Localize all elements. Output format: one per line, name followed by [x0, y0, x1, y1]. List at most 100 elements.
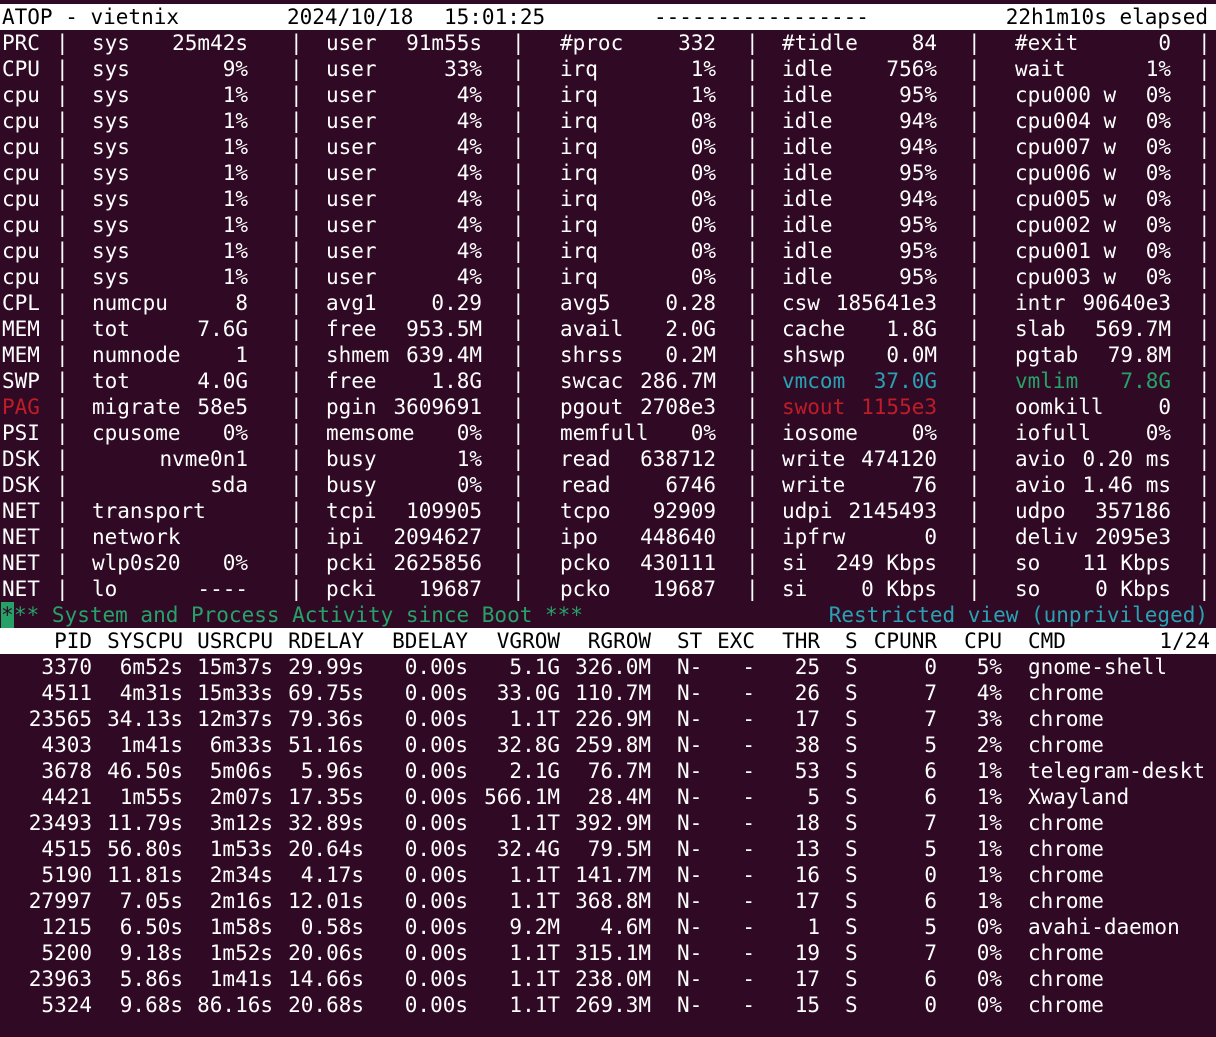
column-separator: | — [968, 577, 981, 601]
column-header-pid[interactable]: PID — [54, 628, 92, 654]
column-separator: | — [290, 499, 303, 523]
stat-value: 0% — [690, 161, 716, 185]
stat-key: pgtab — [1015, 343, 1079, 367]
process-row[interactable]: 3370 6m52s 15m37s 29.99s 0.00s 5.1G 326.0M N- - 2… — [0, 654, 1216, 680]
cell-cpunr: 7 — [924, 707, 937, 731]
stat-key: pcko — [560, 551, 611, 575]
column-separator: | — [56, 473, 69, 497]
column-separator: | — [1198, 317, 1211, 341]
column-separator: | — [56, 421, 69, 445]
column-separator: | — [968, 551, 981, 575]
column-header-cpunr[interactable]: CPUNR — [874, 628, 937, 654]
stat-key: pcki — [326, 551, 377, 575]
cell-bdelay: 0.00s — [404, 993, 468, 1017]
stat-row: cpu | | | | | | sys 1% user 4% irq 0% idle 94% cpu007 w… — [0, 134, 1216, 160]
cell-rdelay: 0.58s — [300, 915, 364, 939]
column-separator: | — [290, 57, 303, 81]
stat-value: 76 — [911, 473, 937, 497]
cell-rgrow: 110.7M — [575, 681, 651, 705]
stat-value: 1.8G — [886, 317, 937, 341]
column-header-s[interactable]: S — [845, 628, 858, 654]
column-separator: | — [968, 421, 981, 445]
column-separator: | — [746, 265, 759, 289]
column-separator: | — [1198, 551, 1211, 575]
column-separator: | — [56, 187, 69, 211]
column-header-exc[interactable]: EXC — [717, 628, 755, 654]
cell-usrcpu: 1m52s — [209, 941, 273, 965]
cell-s: S — [845, 733, 858, 757]
process-row[interactable]: 5200 9.18s 1m52s 20.06s 0.00s 1.1T 315.1M N- - 19… — [0, 940, 1216, 966]
stat-row-label: SWP — [2, 369, 40, 393]
column-header-rgrow[interactable]: RGROW — [588, 628, 651, 654]
stat-value: 1% — [222, 265, 248, 289]
cell-vgrow: 1.1T — [509, 993, 560, 1017]
column-header-cpu[interactable]: CPU — [964, 628, 1002, 654]
stat-key: iofull — [1015, 421, 1091, 445]
cell-exc: - — [742, 681, 755, 705]
column-header-bdelay[interactable]: BDELAY — [392, 628, 468, 654]
cell-cpu: 1% — [976, 811, 1002, 835]
stat-row-label: DSK — [2, 473, 40, 497]
column-header-thr[interactable]: THR — [782, 628, 820, 654]
cell-cpunr: 7 — [924, 681, 937, 705]
column-header-rdelay[interactable]: RDELAY — [288, 628, 364, 654]
stat-key: sys — [92, 265, 130, 289]
process-row[interactable]: 1215 6.50s 1m58s 0.58s 0.00s 9.2M 4.6M N- - 1 S 5 0%… — [0, 914, 1216, 940]
column-separator: | — [56, 577, 69, 601]
stat-value: 1% — [456, 447, 482, 471]
process-row[interactable]: 5190 11.81s 2m34s 4.17s 0.00s 1.1T 141.7M N- - 16… — [0, 862, 1216, 888]
stat-value: 474120 — [861, 447, 937, 471]
process-row[interactable]: 4515 56.80s 1m53s 20.64s 0.00s 32.4G 79.5M N- - 1… — [0, 836, 1216, 862]
stat-value: 0 — [924, 525, 937, 549]
stat-row-label: cpu — [2, 187, 40, 211]
process-row[interactable]: 23493 11.79s 3m12s 32.89s 0.00s 1.1T 392.9M N- -… — [0, 810, 1216, 836]
header-bar: ATOP - vietnix 2024/10/18 15:01:25 -----… — [0, 4, 1216, 30]
process-row[interactable]: 27997 7.05s 2m16s 12.01s 0.00s 1.1T 368.8M N- - 1… — [0, 888, 1216, 914]
cell-usrcpu: 1m53s — [209, 837, 273, 861]
column-separator: | — [56, 343, 69, 367]
column-header-syscpu[interactable]: SYSCPU — [107, 628, 183, 654]
cell-st: N- — [677, 785, 703, 809]
cell-cpu: 1% — [976, 863, 1002, 887]
stat-row: CPL | | | | | | numcpu 8 avg1 0.29 avg5 0.28 csw 18564… — [0, 290, 1216, 316]
column-header-st[interactable]: ST — [677, 628, 702, 654]
stat-value: 0% — [1145, 135, 1171, 159]
cell-cmd: chrome — [1028, 837, 1104, 861]
column-separator: | — [290, 551, 303, 575]
cell-pid: 3370 — [41, 655, 92, 679]
stat-value: 0% — [690, 265, 716, 289]
stat-value: 448640 — [640, 525, 716, 549]
cell-pid: 3678 — [41, 759, 92, 783]
stat-key: network — [92, 525, 181, 549]
stat-key: swcac — [560, 369, 624, 393]
stat-key: tot — [92, 369, 130, 393]
stat-key: avg5 — [560, 291, 611, 315]
process-row[interactable]: 23565 34.13s 12m37s 79.36s 0.00s 1.1T 226.9M N-… — [0, 706, 1216, 732]
process-row[interactable]: 4421 1m55s 2m07s 17.35s 0.00s 566.1M 28.4M N- - 5… — [0, 784, 1216, 810]
column-header-vgrow[interactable]: VGROW — [497, 628, 560, 654]
stat-value: 638712 — [640, 447, 716, 471]
cell-rgrow: 315.1M — [575, 941, 651, 965]
column-separator: | — [968, 213, 981, 237]
process-row[interactable]: 4511 4m31s 15m33s 69.75s 0.00s 33.0G 110.7M N- -… — [0, 680, 1216, 706]
process-row[interactable]: 4303 1m41s 6m33s 51.16s 0.00s 32.8G 259.8M N- - 3… — [0, 732, 1216, 758]
cell-cpu: 5% — [976, 655, 1002, 679]
column-header-cmd[interactable]: CMD — [1028, 628, 1066, 654]
stat-row: SWP | | | | | | tot 4.0G free 1.8G swcac 286.7M vmcom… — [0, 368, 1216, 394]
cell-pid: 23565 — [28, 707, 92, 731]
cell-thr: 16 — [794, 863, 820, 887]
stat-key: transport — [92, 499, 206, 523]
stat-value: 1% — [222, 187, 248, 211]
column-separator: | — [512, 265, 525, 289]
process-row[interactable]: 23963 5.86s 1m41s 14.66s 0.00s 1.1T 238.0M N- - 1… — [0, 966, 1216, 992]
column-header-usrcpu[interactable]: USRCPU — [197, 628, 273, 654]
terminal-window[interactable]: ATOP - vietnix 2024/10/18 15:01:25 -----… — [0, 0, 1216, 1037]
cell-exc: - — [742, 941, 755, 965]
process-row[interactable]: 3678 46.50s 5m06s 5.96s 0.00s 2.1G 76.7M N- - 53 S… — [0, 758, 1216, 784]
stat-key: sys — [92, 187, 130, 211]
cell-bdelay: 0.00s — [404, 811, 468, 835]
cell-thr: 18 — [794, 811, 820, 835]
process-row[interactable]: 5324 9.68s 86.16s 20.68s 0.00s 1.1T 269.3M N- - 1… — [0, 992, 1216, 1018]
column-separator: | — [512, 83, 525, 107]
cell-exc: - — [742, 863, 755, 887]
